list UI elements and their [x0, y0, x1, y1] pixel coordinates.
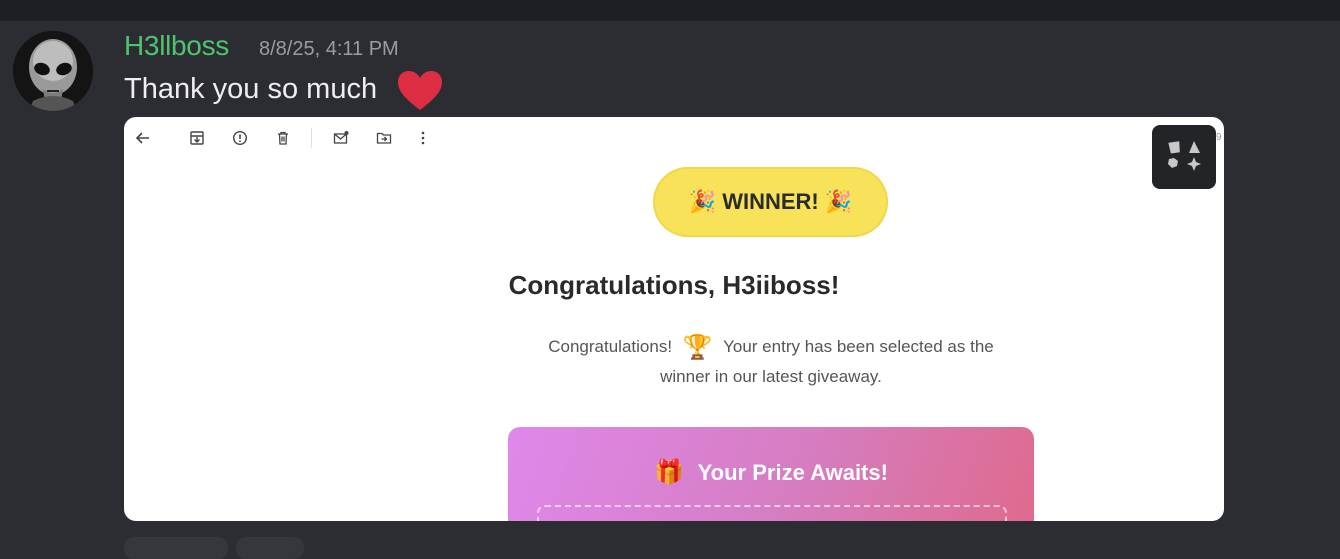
alien-avatar-icon	[13, 31, 93, 111]
avatar[interactable]	[13, 31, 93, 111]
prize-title: 🎁 Your Prize Awaits!	[508, 458, 1034, 487]
top-bar	[0, 0, 1340, 21]
username[interactable]: H3llboss	[124, 30, 229, 62]
embed-clip: 🎁 Your Prize Awaits!	[124, 117, 1224, 521]
heart-emoji-icon	[398, 71, 442, 110]
message-timestamp: 8/8/25, 4:11 PM	[259, 38, 399, 60]
reaction-pill[interactable]	[236, 537, 304, 559]
message-text: Thank you so much	[124, 73, 378, 105]
reaction-pill[interactable]	[124, 537, 228, 559]
prize-title-label: Your Prize Awaits!	[697, 460, 888, 485]
gift-icon: 🎁	[654, 459, 684, 486]
prize-code-box[interactable]	[537, 505, 1007, 521]
